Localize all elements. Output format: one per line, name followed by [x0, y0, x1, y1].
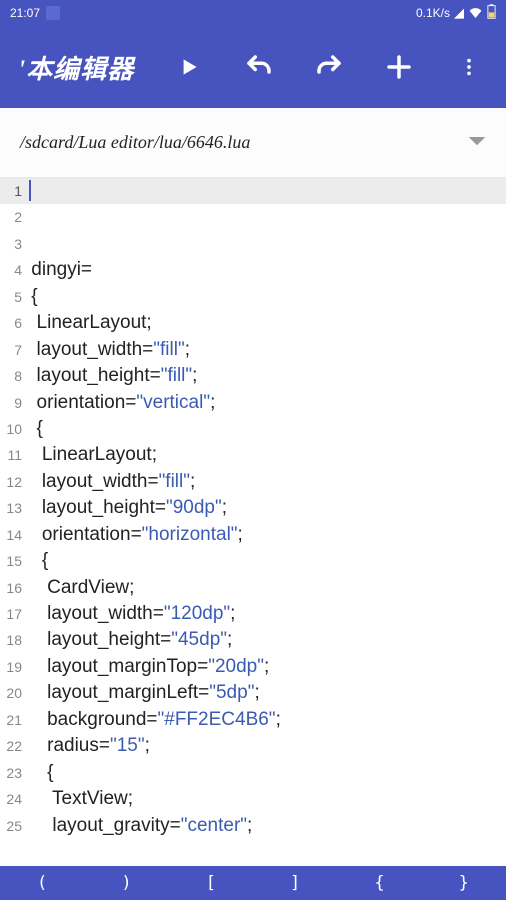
- code-line[interactable]: layout_width="120dp";: [26, 601, 506, 627]
- line-number: 21: [0, 707, 26, 733]
- code-line[interactable]: {: [26, 760, 506, 786]
- symbol-bar: ( ) [ ] { }: [0, 866, 506, 900]
- sym-lparen[interactable]: (: [0, 873, 84, 893]
- line-number: 11: [0, 442, 26, 468]
- dropdown-icon[interactable]: [468, 134, 486, 152]
- code-line[interactable]: [26, 178, 506, 204]
- status-app-icon: [46, 6, 60, 20]
- line-number: 23: [0, 760, 26, 786]
- line-number: 22: [0, 733, 26, 759]
- line-number: 9: [0, 390, 26, 416]
- menu-button[interactable]: [440, 38, 498, 96]
- code-line[interactable]: layout_height="90dp";: [26, 495, 506, 521]
- line-number: 2: [0, 204, 26, 230]
- code-line[interactable]: layout_width="fill";: [26, 337, 506, 363]
- line-number: 15: [0, 548, 26, 574]
- line-number: 14: [0, 522, 26, 548]
- code-line[interactable]: layout_gravity="center";: [26, 813, 506, 839]
- line-number: 25: [0, 813, 26, 839]
- code-line[interactable]: CardView;: [26, 575, 506, 601]
- line-number: 8: [0, 363, 26, 389]
- code-line[interactable]: [26, 204, 506, 230]
- line-number: 24: [0, 786, 26, 812]
- line-number: 10: [0, 416, 26, 442]
- code-line[interactable]: dingyi=: [26, 257, 506, 283]
- line-number: 12: [0, 469, 26, 495]
- sym-rbracket[interactable]: ]: [253, 873, 337, 893]
- code-line[interactable]: background="#FF2EC4B6";: [26, 707, 506, 733]
- code-line[interactable]: {: [26, 284, 506, 310]
- run-button[interactable]: [160, 38, 218, 96]
- wifi-icon: [468, 6, 483, 21]
- sym-rparen[interactable]: ): [84, 873, 168, 893]
- path-bar[interactable]: /sdcard/Lua editor/lua/6646.lua: [0, 108, 506, 178]
- line-number: 18: [0, 627, 26, 653]
- code-line[interactable]: LinearLayout;: [26, 310, 506, 336]
- code-line[interactable]: layout_width="fill";: [26, 469, 506, 495]
- battery-icon: [487, 4, 496, 22]
- code-line[interactable]: LinearLayout;: [26, 442, 506, 468]
- line-number: 16: [0, 575, 26, 601]
- line-number: 20: [0, 680, 26, 706]
- line-number: 17: [0, 601, 26, 627]
- line-gutter: 1234567891011121314151617181920212223242…: [0, 178, 26, 866]
- code-line[interactable]: layout_height="fill";: [26, 363, 506, 389]
- line-number: 4: [0, 257, 26, 283]
- file-path: /sdcard/Lua editor/lua/6646.lua: [20, 132, 468, 153]
- line-number: 19: [0, 654, 26, 680]
- code-line[interactable]: orientation="horizontal";: [26, 522, 506, 548]
- redo-button[interactable]: [300, 38, 358, 96]
- code-line[interactable]: layout_height="45dp";: [26, 627, 506, 653]
- code-line[interactable]: layout_marginLeft="5dp";: [26, 680, 506, 706]
- code-area[interactable]: dingyi= { LinearLayout; layout_width="fi…: [26, 178, 506, 866]
- status-time: 21:07: [10, 6, 40, 20]
- code-line[interactable]: TextView;: [26, 786, 506, 812]
- line-number: 13: [0, 495, 26, 521]
- line-number: 3: [0, 231, 26, 257]
- app-title: '本编辑器: [18, 49, 134, 86]
- undo-button[interactable]: [230, 38, 288, 96]
- code-line[interactable]: {: [26, 548, 506, 574]
- add-button[interactable]: [370, 38, 428, 96]
- line-number: 1: [0, 178, 26, 204]
- sym-lbrace[interactable]: {: [337, 873, 421, 893]
- code-editor[interactable]: 1234567891011121314151617181920212223242…: [0, 178, 506, 866]
- code-line[interactable]: [26, 231, 506, 257]
- status-bar: 21:07 0.1K/s ◢: [0, 0, 506, 26]
- line-number: 7: [0, 337, 26, 363]
- app-bar: '本编辑器: [0, 26, 506, 108]
- sym-lbracket[interactable]: [: [169, 873, 253, 893]
- text-cursor: [29, 180, 31, 201]
- code-line[interactable]: radius="15";: [26, 733, 506, 759]
- line-number: 5: [0, 284, 26, 310]
- code-line[interactable]: {: [26, 416, 506, 442]
- line-number: 6: [0, 310, 26, 336]
- signal-icon: ◢: [454, 5, 464, 21]
- sym-rbrace[interactable]: }: [422, 873, 506, 893]
- code-line[interactable]: orientation="vertical";: [26, 390, 506, 416]
- status-speed: 0.1K/s: [416, 6, 450, 20]
- code-line[interactable]: layout_marginTop="20dp";: [26, 654, 506, 680]
